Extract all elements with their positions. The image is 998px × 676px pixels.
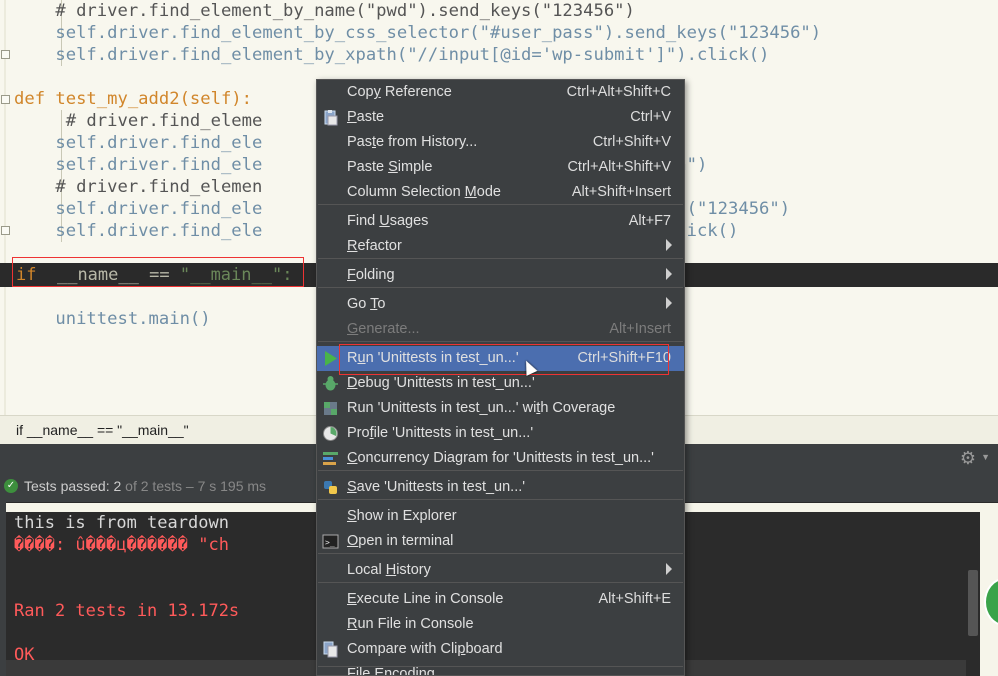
menu-separator xyxy=(318,582,683,583)
menu-item-find-usages[interactable]: Find Usages Alt+F7 xyxy=(317,209,684,234)
menu-item-column-selection-mode[interactable]: Column Selection Mode Alt+Shift+Insert xyxy=(317,180,684,205)
code-line-def: def test_my_add2(self): xyxy=(14,89,252,109)
menu-item-label: Run 'Unittests in test_un...' with Cover… xyxy=(347,400,616,416)
menu-item-generate: Generate... Alt+Insert xyxy=(317,317,684,342)
menu-item-label: Debug 'Unittests in test_un...' xyxy=(347,375,535,391)
menu-item-shortcut: Alt+Shift+Insert xyxy=(571,184,671,200)
run-icon xyxy=(322,350,339,367)
gear-icon[interactable]: ⚙ xyxy=(960,448,976,469)
breadcrumb-item[interactable]: if __name__ == "__main__" xyxy=(16,422,189,438)
submenu-arrow-icon xyxy=(666,239,672,251)
menu-item-label: Show in Explorer xyxy=(347,508,457,524)
menu-item-refactor[interactable]: Refactor xyxy=(317,234,684,259)
menu-item-shortcut: Ctrl+Alt+Shift+V xyxy=(567,159,671,175)
menu-item-copy-reference[interactable]: Copy Reference Ctrl+Alt+Shift+C xyxy=(317,80,684,105)
terminal-icon: >_ xyxy=(322,533,339,550)
concurrency-icon xyxy=(322,450,339,467)
menu-item-shortcut: Ctrl+V xyxy=(630,109,671,125)
code-line: self.driver.find_element_by_css_selector… xyxy=(14,23,822,43)
menu-item-label: Go To xyxy=(347,296,386,312)
menu-separator xyxy=(318,341,683,342)
menu-item-label: Paste Simple xyxy=(347,159,433,175)
menu-item-label: Profile 'Unittests in test_un...' xyxy=(347,425,534,441)
menu-item-run-unittests-in-test-un-with-coverage[interactable]: Run 'Unittests in test_un...' with Cover… xyxy=(317,396,684,421)
editor-context-menu: Copy Reference Ctrl+Alt+Shift+C Paste Ctrl+… xyxy=(316,79,685,676)
python-icon xyxy=(322,479,339,496)
menu-item-paste-simple[interactable]: Paste Simple Ctrl+Alt+Shift+V xyxy=(317,155,684,180)
menu-separator xyxy=(318,287,683,288)
fold-marker[interactable] xyxy=(1,95,10,104)
if-main-highlight-box xyxy=(12,257,304,287)
debug-icon xyxy=(322,375,339,392)
coverage-icon xyxy=(322,400,339,417)
status-badge[interactable] xyxy=(984,578,998,626)
fold-marker[interactable] xyxy=(1,50,10,59)
menu-item-label: Copy Reference xyxy=(347,84,452,100)
submenu-arrow-icon xyxy=(666,563,672,575)
menu-item-label: Refactor xyxy=(347,238,402,254)
menu-item-folding[interactable]: Folding xyxy=(317,263,684,288)
code-line: self.driver.find_element_by_xpath("//inp… xyxy=(14,45,770,65)
test-status-text: Tests passed: 2 of 2 tests – 7 s 195 ms xyxy=(24,478,267,494)
menu-item-label: Folding xyxy=(347,267,395,283)
menu-item-shortcut: Alt+Insert xyxy=(609,321,671,337)
menu-item-open-in-terminal[interactable]: >_ Open in terminal xyxy=(317,529,684,554)
menu-item-compare-with-clipboard[interactable]: Compare with Clipboard xyxy=(317,637,684,662)
menu-separator xyxy=(318,666,683,667)
run-item-highlight-box xyxy=(339,344,669,375)
menu-item-label: Open in terminal xyxy=(347,533,454,549)
menu-separator xyxy=(318,553,683,554)
code-line: # driver.find_element_by_name("pwd").sen… xyxy=(14,1,635,21)
menu-item-run-file-in-console[interactable]: Run File in Console xyxy=(317,612,684,637)
menu-item-label: Generate... xyxy=(347,321,420,337)
submenu-arrow-icon xyxy=(666,268,672,280)
vertical-scrollbar[interactable] xyxy=(968,570,978,636)
menu-item-label: Save 'Unittests in test_un...' xyxy=(347,479,526,495)
code-line-unittest-main: unittest.main() xyxy=(14,309,211,329)
menu-item-shortcut: Alt+F7 xyxy=(628,213,671,229)
menu-item-label: Execute Line in Console xyxy=(347,591,504,607)
menu-item-label: Find Usages xyxy=(347,213,429,229)
menu-item-label: Paste from History... xyxy=(347,134,478,150)
fold-marker[interactable] xyxy=(1,226,10,235)
console-line: ����: û���ц������ "ch xyxy=(14,535,229,555)
menu-item-shortcut: Alt+Shift+E xyxy=(598,591,671,607)
menu-separator xyxy=(318,499,683,500)
menu-item-save-unittests-in-test-un[interactable]: Save 'Unittests in test_un...' xyxy=(317,475,684,500)
menu-item-label: Paste xyxy=(347,109,385,125)
menu-item-go-to[interactable]: Go To xyxy=(317,292,684,317)
compare-icon xyxy=(322,641,339,658)
menu-item-paste[interactable]: Paste Ctrl+V xyxy=(317,105,684,130)
menu-item-profile-unittests-in-test-un[interactable]: Profile 'Unittests in test_un...' xyxy=(317,421,684,446)
paste-icon xyxy=(322,109,339,126)
menu-item-shortcut: Ctrl+Alt+Shift+C xyxy=(566,84,671,100)
menu-item-label: Column Selection Mode xyxy=(347,184,501,200)
menu-item-label: File Encoding xyxy=(347,666,435,676)
console-line: Ran 2 tests in 13.172s xyxy=(14,601,240,621)
menu-item-label: Concurrency Diagram for 'Unittests in te… xyxy=(347,450,654,466)
menu-item-file-encoding[interactable]: File Encoding xyxy=(317,662,684,676)
menu-item-show-in-explorer[interactable]: Show in Explorer xyxy=(317,504,684,529)
menu-item-label: Local History xyxy=(347,562,431,578)
menu-item-concurrency-diagram-for-unittests-in-test-un[interactable]: Concurrency Diagram for 'Unittests in te… xyxy=(317,446,684,471)
editor-gutter xyxy=(4,0,6,415)
console-line: this is from teardown xyxy=(14,513,229,533)
menu-separator xyxy=(318,204,683,205)
menu-item-label: Run File in Console xyxy=(347,616,474,632)
check-icon: ✓ xyxy=(4,479,18,493)
menu-item-local-history[interactable]: Local History xyxy=(317,558,684,583)
menu-item-shortcut: Ctrl+Shift+V xyxy=(592,134,671,150)
submenu-arrow-icon xyxy=(666,297,672,309)
menu-item-label: Compare with Clipboard xyxy=(347,641,503,657)
profile-icon xyxy=(322,425,339,442)
chevron-down-icon[interactable]: ▼ xyxy=(981,452,990,462)
menu-item-execute-line-in-console[interactable]: Execute Line in Console Alt+Shift+E xyxy=(317,587,684,612)
menu-item-paste-from-history[interactable]: Paste from History... Ctrl+Shift+V xyxy=(317,130,684,155)
menu-separator xyxy=(318,258,683,259)
menu-separator xyxy=(318,470,683,471)
svg-text:>_: >_ xyxy=(325,538,335,547)
